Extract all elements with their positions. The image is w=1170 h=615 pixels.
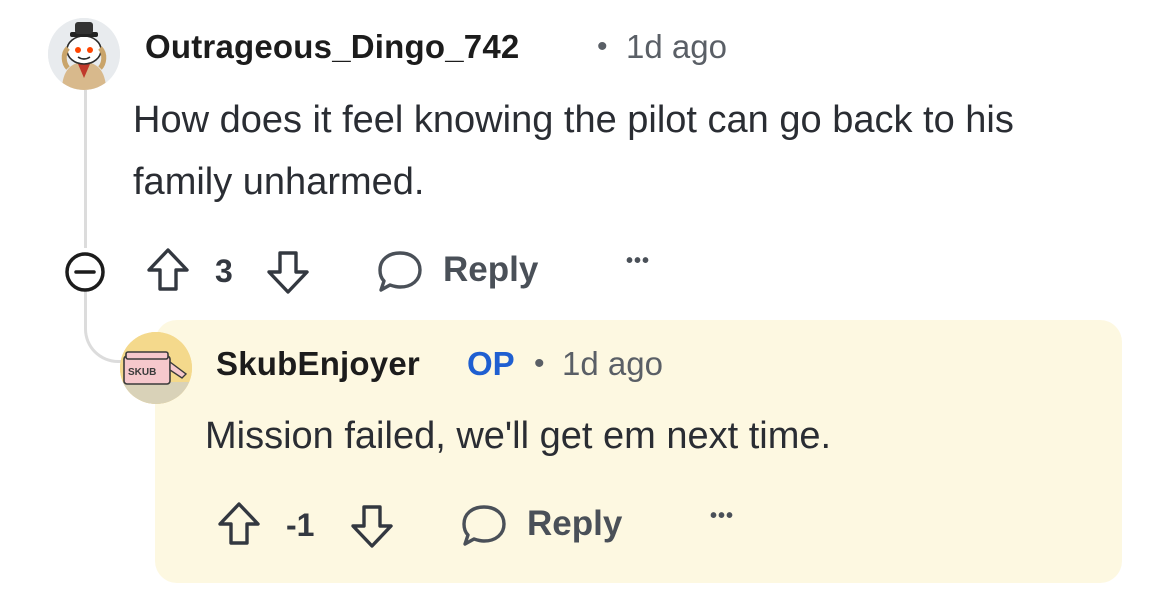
speech-bubble-icon: [462, 505, 506, 546]
vote-count: 3: [215, 253, 233, 289]
comment-body: How does it feel knowing the pilot can g…: [133, 99, 1014, 203]
comment-username[interactable]: Outrageous_Dingo_742: [145, 28, 519, 66]
downvote-button[interactable]: [349, 502, 395, 550]
upvote-button[interactable]: [216, 500, 262, 548]
reply-body: Mission failed, we'll get em next time.: [205, 415, 832, 457]
comment-timestamp: 1d ago: [626, 28, 727, 65]
reply-button[interactable]: Reply: [460, 500, 640, 550]
upvote-button[interactable]: [145, 246, 191, 294]
vote-count: -1: [286, 507, 315, 543]
thread-connector: [84, 290, 127, 363]
separator-dot: •: [597, 30, 608, 63]
reply-label: Reply: [527, 504, 623, 543]
more-options-button[interactable]: •••: [626, 250, 650, 273]
upvote-arrow-icon: [147, 248, 189, 291]
reply-timestamp: 1d ago: [562, 345, 663, 382]
separator-dot: •: [534, 347, 545, 380]
reply-label: Reply: [443, 250, 539, 289]
skub-avatar-icon: SKUB: [120, 332, 192, 404]
reply-button[interactable]: Reply: [376, 246, 556, 296]
avatar[interactable]: [48, 18, 120, 90]
collapse-thread-button[interactable]: [63, 250, 107, 294]
collapse-icon: [65, 252, 105, 292]
downvote-arrow-icon: [351, 505, 393, 548]
snoo-avatar-icon: [48, 18, 120, 90]
speech-bubble-icon: [378, 251, 422, 292]
reply-username[interactable]: SkubEnjoyer: [216, 345, 420, 383]
downvote-button[interactable]: [265, 248, 311, 296]
more-options-button[interactable]: •••: [710, 505, 734, 528]
avatar[interactable]: SKUB: [120, 332, 192, 404]
upvote-arrow-icon: [218, 502, 260, 545]
op-badge: OP: [467, 345, 515, 382]
avatar-text: SKUB: [128, 367, 156, 378]
thread-line[interactable]: [84, 90, 87, 248]
downvote-arrow-icon: [267, 251, 309, 294]
